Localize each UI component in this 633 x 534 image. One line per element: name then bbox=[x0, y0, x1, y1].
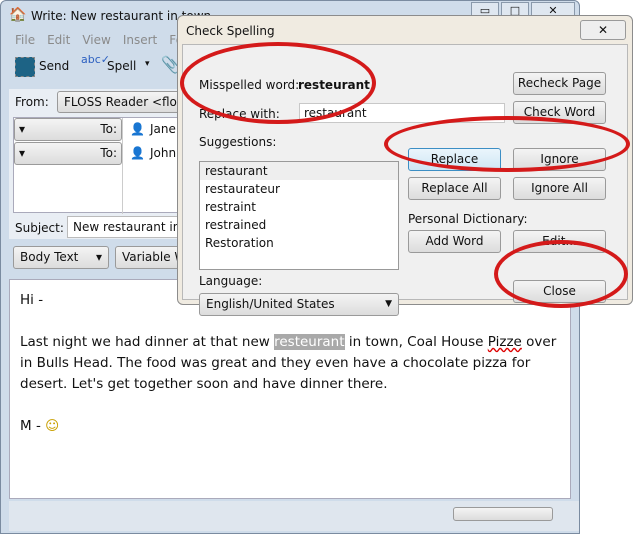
spell-icon: abc✓ bbox=[81, 53, 110, 66]
annotation-oval bbox=[384, 116, 630, 172]
language-label: Language: bbox=[199, 274, 263, 288]
annotation-oval bbox=[494, 240, 628, 308]
ignore-all-button[interactable]: Ignore All bbox=[513, 177, 606, 200]
contact-icon: 👤 bbox=[130, 122, 145, 136]
suggestion-item[interactable]: restaurateur bbox=[200, 180, 398, 198]
personal-dictionary-label: Personal Dictionary: bbox=[408, 212, 528, 226]
suggestions-label: Suggestions: bbox=[199, 135, 277, 149]
suggestion-item[interactable]: Restoration bbox=[200, 234, 398, 252]
paragraph-format-select[interactable]: Body Text ▾ bbox=[13, 246, 109, 269]
from-label: From: bbox=[15, 95, 49, 109]
menu-view[interactable]: View bbox=[82, 33, 110, 47]
annotation-oval bbox=[180, 42, 376, 124]
smiley-icon: ☺ bbox=[45, 418, 60, 434]
menu-edit[interactable]: Edit bbox=[47, 33, 70, 47]
suggestion-item[interactable]: restraint bbox=[200, 198, 398, 216]
body-paragraph: Last night we had dinner at that new res… bbox=[20, 334, 557, 392]
add-word-button[interactable]: Add Word bbox=[408, 230, 501, 253]
menu-file[interactable]: File bbox=[15, 33, 35, 47]
recipient-type-select[interactable]: ▾ To: bbox=[14, 118, 122, 141]
subject-label: Subject: bbox=[15, 221, 64, 235]
spell-button[interactable]: Spell bbox=[107, 59, 136, 73]
suggestions-list[interactable]: restaurant restaurateur restraint restra… bbox=[199, 161, 399, 270]
dialog-title: Check Spelling bbox=[186, 24, 275, 38]
recipient-type-select[interactable]: ▾ To: bbox=[14, 142, 122, 165]
contact-icon: 👤 bbox=[130, 146, 145, 160]
status-bar bbox=[9, 501, 579, 531]
body-signoff: M - ☺ bbox=[20, 418, 60, 434]
divider bbox=[122, 118, 123, 214]
language-select[interactable]: English/United States ▼ bbox=[199, 293, 399, 316]
send-icon bbox=[15, 57, 35, 77]
status-progress bbox=[453, 507, 553, 521]
recipient-address[interactable]: John bbox=[150, 146, 176, 160]
dialog-close-button[interactable]: ✕ bbox=[580, 20, 626, 40]
spell-dropdown-icon[interactable]: ▾ bbox=[145, 59, 150, 69]
app-icon: 🏠 bbox=[9, 7, 27, 23]
recheck-page-button[interactable]: Recheck Page bbox=[513, 72, 606, 95]
menu-insert[interactable]: Insert bbox=[123, 33, 157, 47]
send-button[interactable]: Send bbox=[39, 59, 69, 73]
misspelled-highlight: resteurant bbox=[274, 334, 345, 350]
suggestion-item[interactable]: restaurant bbox=[200, 162, 398, 180]
suggestion-item[interactable]: restrained bbox=[200, 216, 398, 234]
replace-all-button[interactable]: Replace All bbox=[408, 177, 501, 200]
